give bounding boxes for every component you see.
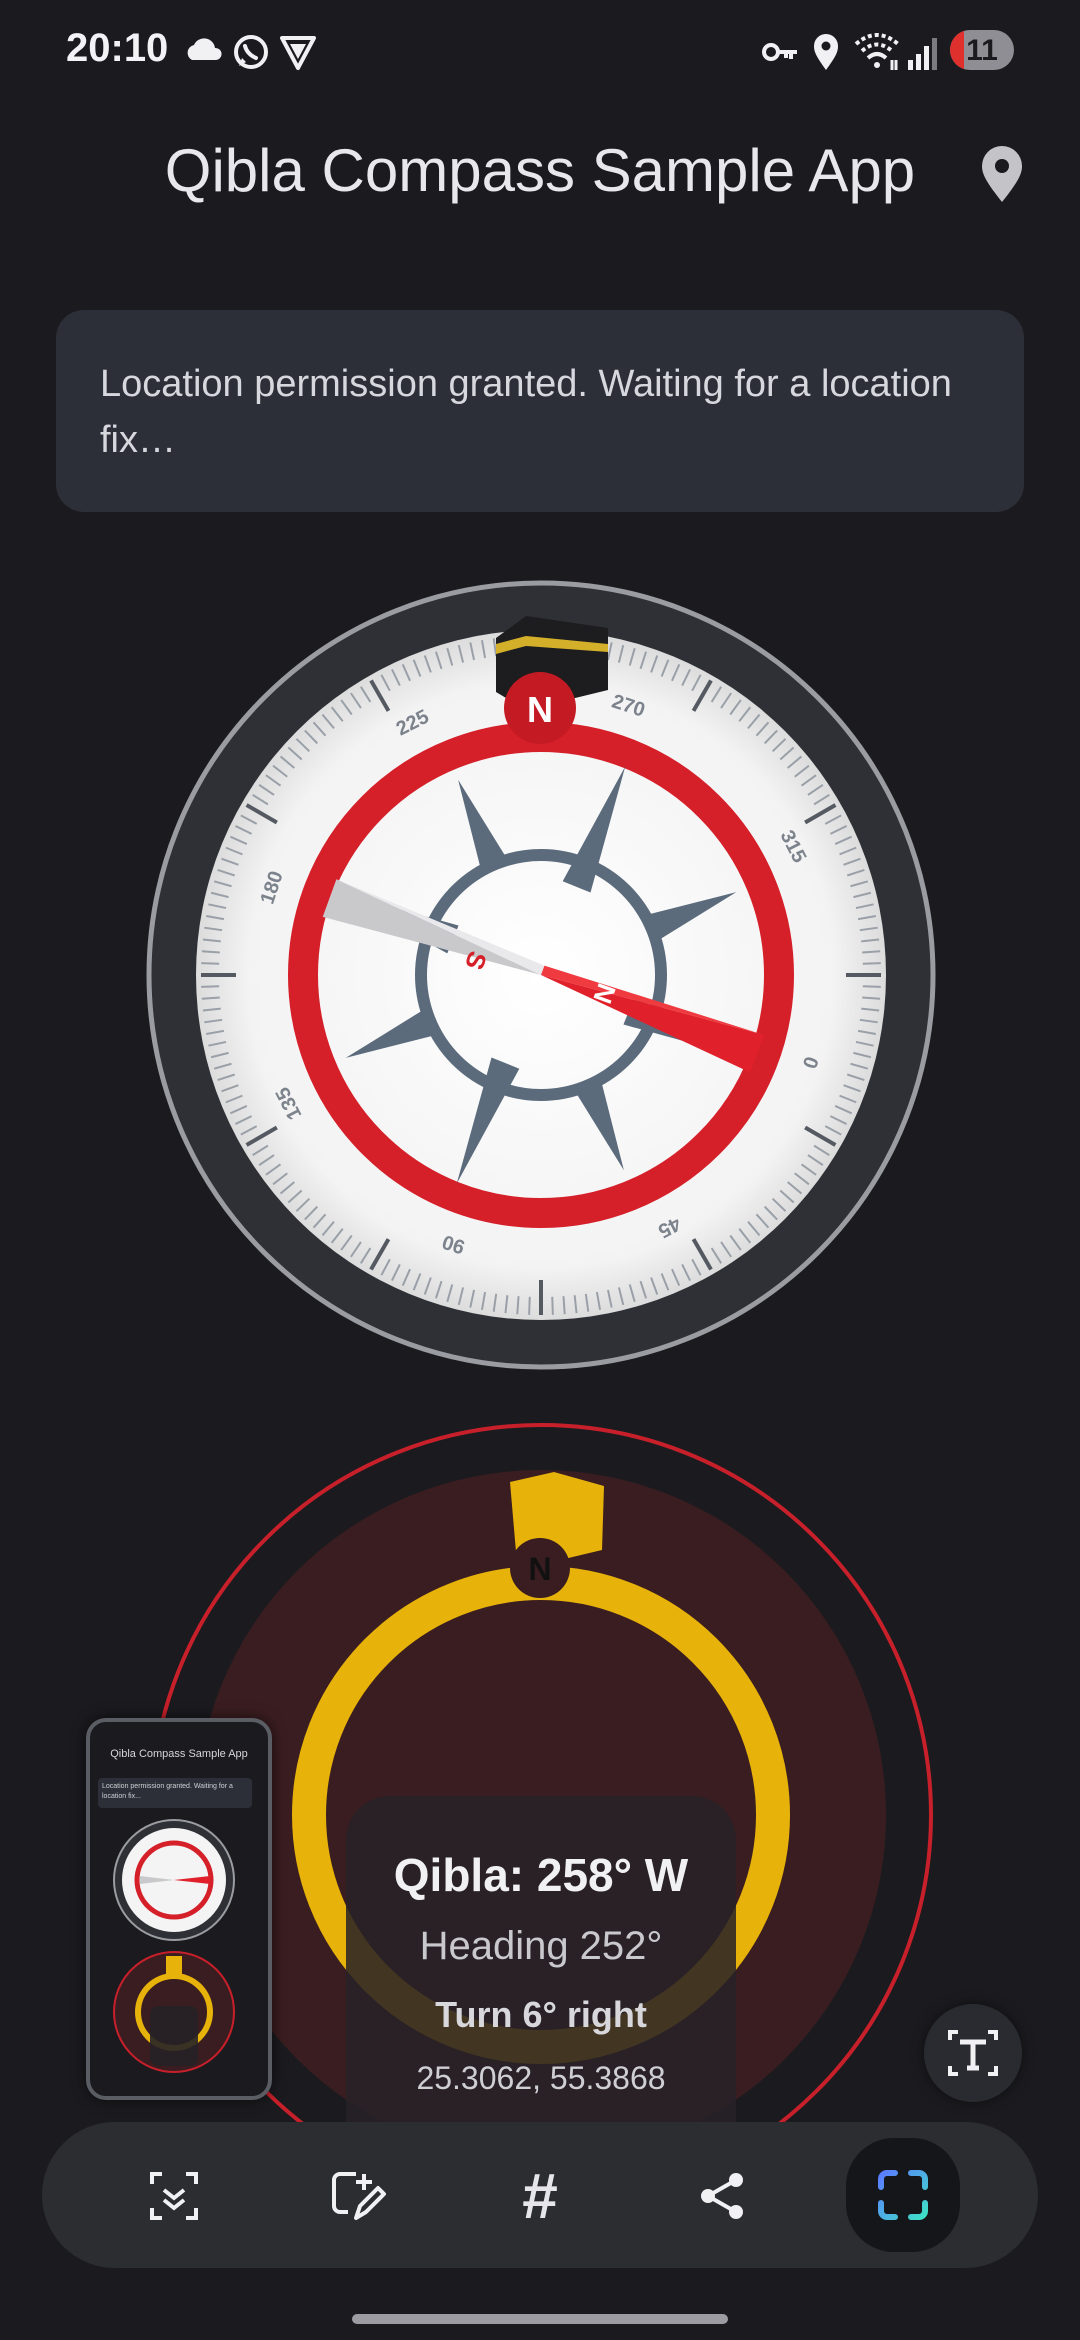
compass-tick: [562, 1296, 566, 1315]
edit-icon: [332, 2172, 386, 2220]
app-title: Qibla Compass Sample App: [0, 136, 1080, 205]
app-title-text: Qibla Compass Sample App: [164, 137, 916, 204]
thumbnail-title: Qibla Compass Sample App: [110, 1748, 248, 1760]
compass-tick: [201, 985, 220, 988]
share-icon: [701, 2173, 743, 2219]
screenshot-toolbar: #: [42, 2122, 1038, 2268]
qibla-north-label: N: [528, 1551, 551, 1587]
compass-tick: [551, 1296, 554, 1315]
north-marker-label: N: [527, 689, 553, 730]
turn-instruction: Turn 6° right: [435, 1994, 647, 2035]
compass-tick: [862, 985, 881, 988]
location-icon: [814, 34, 838, 70]
signal-icon: [908, 38, 937, 70]
capture-icon: [878, 2170, 928, 2220]
compass-tick: [862, 950, 881, 954]
compass-tick: [201, 950, 220, 954]
key-icon: [762, 43, 797, 61]
cloud-icon: [187, 38, 222, 60]
qibla-direction: Qibla: 258° W: [393, 1849, 689, 1901]
compass-tick: [201, 962, 220, 965]
location-pin-icon[interactable]: [976, 144, 1028, 204]
status-message-card: Location permission granted. Waiting for…: [56, 310, 1024, 512]
compass-tick: [862, 996, 881, 1000]
whatsapp-icon: [234, 35, 268, 69]
share-button[interactable]: [674, 2148, 770, 2244]
status-bar: 20:10 11: [0, 0, 1080, 100]
scroll-capture-button[interactable]: [126, 2148, 222, 2244]
compass-dial: 27031504590135180225 S N N: [146, 580, 936, 1370]
hashtag-button[interactable]: #: [492, 2148, 588, 2244]
status-message: Location permission granted. Waiting for…: [100, 363, 952, 461]
capture-button[interactable]: [846, 2138, 960, 2252]
edit-button[interactable]: [310, 2148, 406, 2244]
screenshot-thumbnail[interactable]: Qibla Compass Sample App Location permis…: [86, 1718, 272, 2100]
text-recognition-icon[interactable]: [924, 2004, 1022, 2102]
hashtag-icon: #: [522, 2160, 558, 2232]
coordinates: 25.3062, 55.3868: [416, 2060, 666, 2096]
home-indicator[interactable]: [352, 2314, 728, 2324]
compass-tick: [528, 1296, 531, 1315]
wifi-icon: [854, 33, 900, 70]
thumbnail-message: Location permission granted. Waiting for…: [98, 1778, 252, 1808]
heading-value: Heading 252°: [419, 1924, 663, 1968]
status-time: 20:10: [66, 26, 169, 70]
scroll-capture-icon: [150, 2172, 198, 2220]
thumbnail-compass: [113, 1819, 235, 1941]
compass-tick: [516, 1296, 520, 1315]
vpn-shield-icon: [280, 36, 316, 70]
battery-indicator: 11: [950, 30, 1014, 70]
compass-tick: [201, 996, 220, 1000]
battery-level: 11: [966, 34, 998, 67]
thumbnail-qibla: [113, 1951, 235, 2073]
compass-tick: [862, 962, 881, 965]
